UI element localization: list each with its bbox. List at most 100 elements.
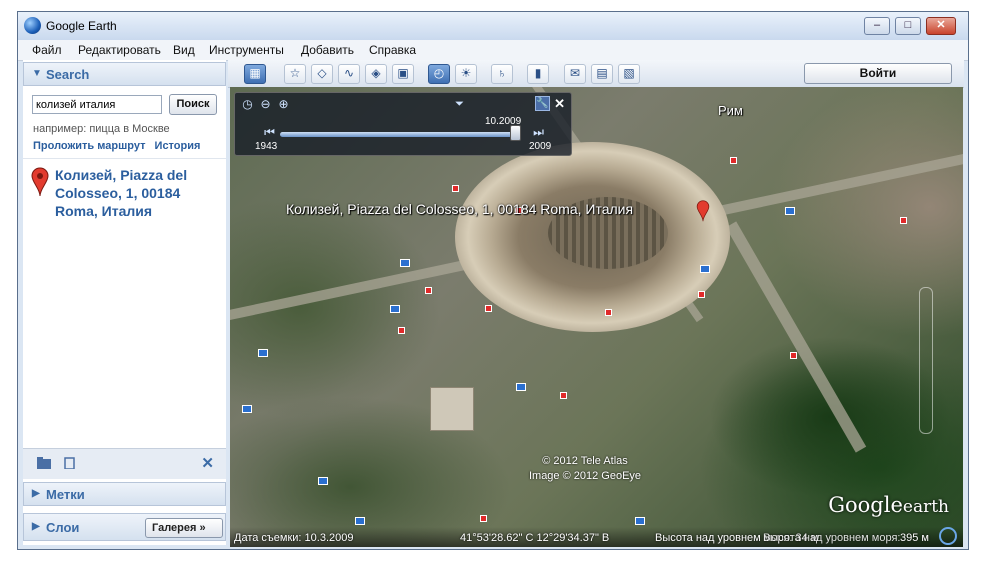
photo-icon[interactable] (400, 259, 410, 267)
places-panel-title: Метки (46, 487, 85, 502)
photo-icon[interactable] (390, 305, 400, 313)
add-polygon-icon[interactable]: ◇ (311, 64, 333, 84)
collapse-arrow-icon: ▼ (32, 68, 42, 79)
title-bar: Google Earth – □ ✕ (18, 12, 968, 40)
search-input[interactable] (32, 95, 162, 114)
photo-icon[interactable] (785, 207, 795, 215)
zoom-in-time-icon[interactable]: ⊕ (277, 98, 290, 111)
map-marker[interactable] (398, 327, 405, 334)
email-icon[interactable]: ✉ (564, 64, 586, 84)
filter-icon[interactable]: ⏷ (453, 98, 466, 111)
add-placemark-icon[interactable]: ☆ (284, 64, 306, 84)
photo-icon[interactable] (700, 265, 710, 273)
time-slider-thumb[interactable] (510, 125, 522, 141)
photo-icon[interactable] (516, 383, 526, 391)
step-back-icon[interactable]: ⏮ (263, 126, 276, 139)
logo-earth-text: earth (902, 497, 949, 517)
layers-panel-title: Слои (46, 520, 80, 535)
map-marker[interactable] (452, 185, 459, 192)
map-placemark-label: Колизей, Piazza del Colosseo, 1, 00184 R… (286, 201, 634, 217)
main-toolbar: ▦ ☆ ◇ ∿ ◈ ▣ ◴ ☀ ♄ ▮ ✉ ▤ ▧ Войти (228, 60, 964, 88)
map-marker[interactable] (698, 291, 705, 298)
maximize-button[interactable]: □ (895, 17, 921, 35)
copyright-geoeye: Image © 2012 GeoEye (528, 470, 642, 482)
map-road (725, 221, 867, 453)
time-start-label: 1943 (255, 141, 278, 152)
sidebar-toolbar: ✕ (23, 448, 226, 479)
menu-bar: Файл Редактировать Вид Инструменты Добав… (18, 40, 968, 61)
time-end-label: 2009 (529, 141, 552, 152)
menu-help[interactable]: Справка (369, 43, 416, 57)
arch-of-constantine-imagery (430, 387, 474, 431)
imagery-date: Дата съемки: 10.3.2009 (234, 532, 354, 544)
close-button[interactable]: ✕ (926, 17, 956, 35)
login-button[interactable]: Войти (804, 63, 952, 84)
sunlight-icon[interactable]: ☀ (455, 64, 477, 84)
historical-imagery-icon[interactable]: ◴ (428, 64, 450, 84)
zoom-slider[interactable] (919, 287, 933, 434)
search-hint: например: пицца в Москве (33, 123, 170, 135)
clear-search-icon[interactable]: ✕ (201, 454, 214, 472)
layers-panel-header[interactable]: ▶ Слои Галерея » (23, 513, 226, 541)
map-placemark-pin-icon[interactable] (696, 200, 710, 222)
sidebar-toggle-icon[interactable]: ▦ (244, 64, 266, 84)
copy-to-clipboard-icon[interactable] (63, 457, 77, 469)
clock-icon: ◷ (242, 97, 253, 111)
menu-tools[interactable]: Инструменты (209, 43, 284, 57)
search-result-item[interactable]: Колизей, Piazza del Colosseo, 1, 00184 R… (55, 166, 220, 220)
menu-edit[interactable]: Редактировать (78, 43, 161, 57)
minimize-button[interactable]: – (864, 17, 890, 35)
photo-icon[interactable] (635, 517, 645, 525)
google-earth-logo: Googleearth (828, 493, 949, 517)
search-panel-title: Search (46, 67, 90, 82)
search-button[interactable]: Поиск (169, 94, 217, 115)
planets-icon[interactable]: ♄ (491, 64, 513, 84)
photo-icon[interactable] (355, 517, 365, 525)
expand-arrow-icon: ▶ (32, 488, 40, 499)
menu-add[interactable]: Добавить (301, 43, 354, 57)
map-marker[interactable] (480, 515, 487, 522)
print-icon[interactable]: ▤ (591, 64, 613, 84)
record-tour-icon[interactable]: ▣ (392, 64, 414, 84)
search-panel-header[interactable]: ▼ Search (23, 62, 226, 86)
map-marker[interactable] (730, 157, 737, 164)
map-marker[interactable] (790, 352, 797, 359)
view-in-maps-icon[interactable]: ▧ (618, 64, 640, 84)
time-settings-icon[interactable]: 🔧 (535, 96, 550, 111)
add-path-icon[interactable]: ∿ (338, 64, 360, 84)
search-results: Колизей, Piazza del Colosseo, 1, 00184 R… (23, 158, 226, 449)
app-window: Google Earth – □ ✕ Файл Редактировать Ви… (17, 11, 969, 550)
time-slider-track[interactable] (280, 132, 520, 137)
map-view[interactable]: Колизей, Piazza del Colosseo, 1, 00184 R… (230, 87, 963, 547)
close-time-slider-icon[interactable]: ✕ (554, 96, 565, 112)
menu-file[interactable]: Файл (32, 43, 62, 57)
map-marker[interactable] (560, 392, 567, 399)
status-indicator-icon (939, 527, 957, 545)
places-panel-header[interactable]: ▶ Метки (23, 482, 226, 506)
add-overlay-icon[interactable]: ◈ (365, 64, 387, 84)
ruler-icon[interactable]: ▮ (527, 64, 549, 84)
search-links: Проложить маршрут История (33, 140, 200, 152)
historical-imagery-panel: ◷ ⊖ ⊕ ⏷ 🔧 ✕ ⏮ ⏭ 10.2009 1943 2009 (234, 92, 572, 156)
cursor-coordinates: 41°53'28.62" С 12°29'34.37" В (460, 532, 610, 544)
sidebar: ▼ Search Поиск например: пицца в Москве … (23, 60, 226, 545)
history-link[interactable]: История (155, 140, 201, 152)
photo-icon[interactable] (258, 349, 268, 357)
map-marker[interactable] (425, 287, 432, 294)
altitude-label: Высота над уровнем моря: (763, 532, 901, 544)
gallery-button[interactable]: Галерея » (145, 518, 223, 538)
photo-icon[interactable] (318, 477, 328, 485)
copyright-tele-atlas: © 2012 Tele Atlas (542, 455, 628, 467)
window-title: Google Earth (46, 19, 117, 33)
logo-google-text: Google (828, 493, 903, 517)
map-marker[interactable] (485, 305, 492, 312)
status-bar: Дата съемки: 10.3.2009 41°53'28.62" С 12… (230, 527, 963, 547)
map-marker[interactable] (900, 217, 907, 224)
photo-icon[interactable] (242, 405, 252, 413)
menu-view[interactable]: Вид (173, 43, 195, 57)
step-forward-icon[interactable]: ⏭ (532, 126, 545, 139)
zoom-out-time-icon[interactable]: ⊖ (259, 98, 272, 111)
save-to-my-places-icon[interactable] (37, 457, 51, 469)
map-marker[interactable] (605, 309, 612, 316)
directions-link[interactable]: Проложить маршрут (33, 140, 145, 152)
